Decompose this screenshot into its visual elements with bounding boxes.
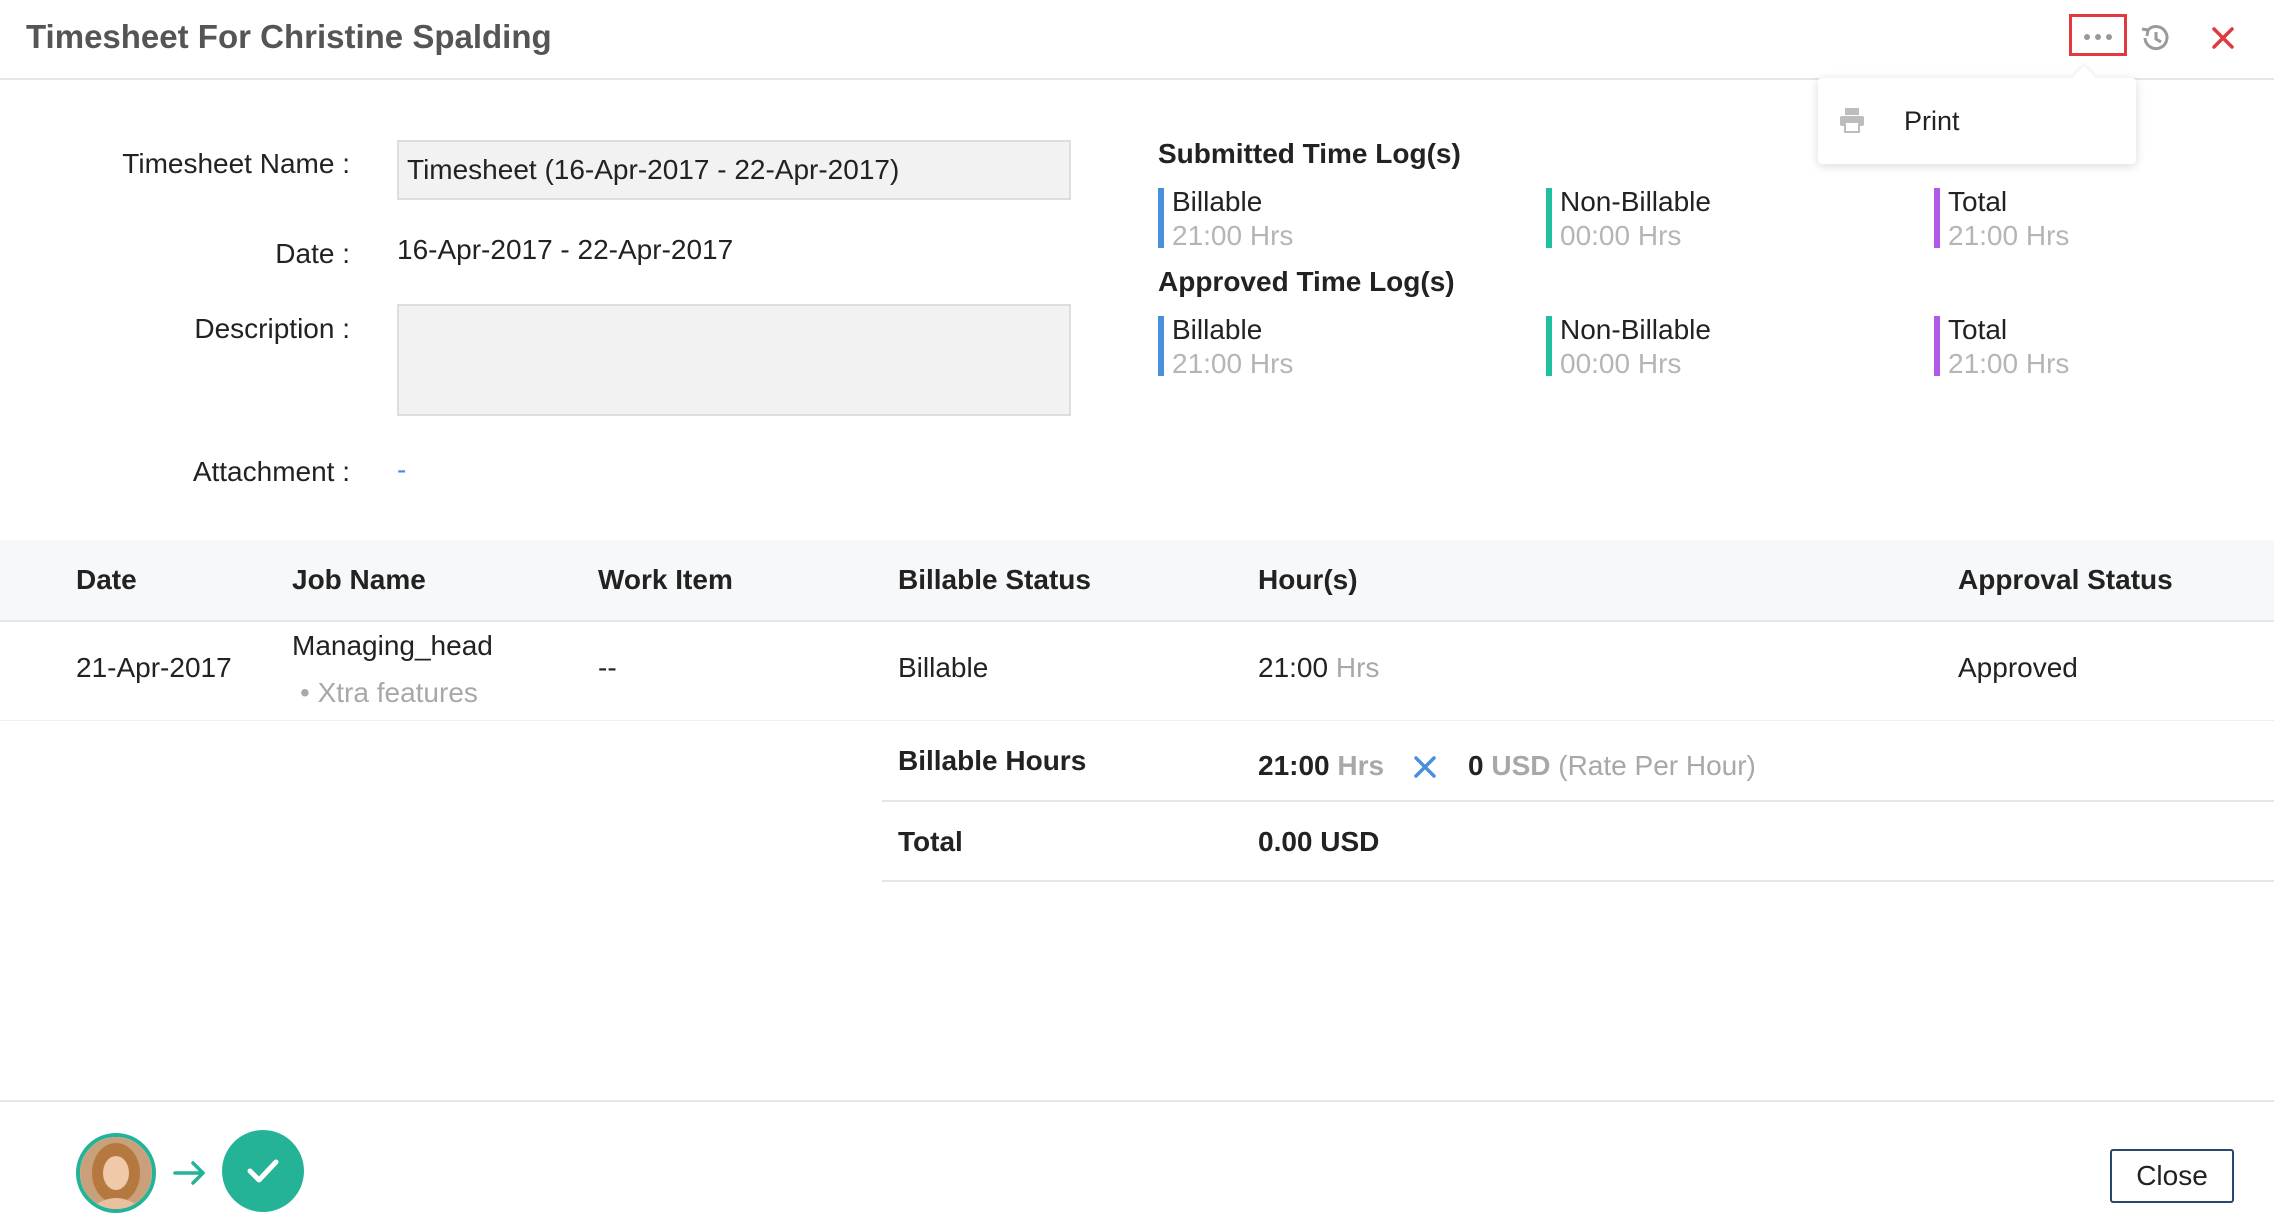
stat-label: Billable — [1172, 314, 1263, 345]
submitted-total: Total 21:00 Hrs — [1934, 186, 2069, 251]
printer-icon — [1840, 108, 1864, 133]
menu-item-print[interactable]: Print — [1838, 100, 2118, 140]
billable-hours-unit: Hrs — [1337, 750, 1385, 781]
close-button[interactable]: Close — [2110, 1149, 2234, 1203]
col-billable-status: Billable Status — [898, 564, 1091, 595]
summary-divider — [882, 800, 2274, 802]
stat-hours: 00:00 Hrs — [1560, 220, 1682, 251]
close-icon[interactable] — [2205, 20, 2241, 56]
stat-label: Total — [1948, 314, 2008, 345]
row-hours: 21:00 Hrs — [1258, 652, 1379, 684]
rate-calc: 0 USD (Rate Per Hour) — [1468, 750, 1756, 782]
arrow-right-icon — [173, 1161, 205, 1185]
timesheet-name-value: Timesheet (16-Apr-2017 - 22-Apr-2017) — [407, 154, 900, 185]
col-date: Date — [76, 564, 137, 595]
approved-nonbillable: Non-Billable 00:00 Hrs — [1546, 314, 1711, 379]
multiply-icon — [1414, 756, 1436, 778]
row-date: 21-Apr-2017 — [76, 652, 232, 683]
page-title: Timesheet For Christine Spalding — [26, 18, 552, 55]
row-work-item: -- — [598, 652, 617, 683]
stat-hours: 21:00 Hrs — [1948, 348, 2070, 379]
description-label: Description : — [194, 313, 350, 344]
timesheet-name-field[interactable]: Timesheet (16-Apr-2017 - 22-Apr-2017) — [397, 140, 1071, 200]
total-bar — [1934, 188, 1940, 248]
summary-divider — [882, 880, 2274, 882]
history-icon[interactable] — [2137, 20, 2173, 56]
more-options-button[interactable] — [2069, 14, 2127, 56]
footer-divider — [0, 1100, 2274, 1102]
row-hours-value: 21:00 — [1258, 652, 1329, 683]
stat-hours: 21:00 Hrs — [1172, 220, 1294, 251]
approved-total: Total 21:00 Hrs — [1934, 314, 2069, 379]
approved-logs-title: Approved Time Log(s) — [1158, 266, 1455, 297]
date-value: 16-Apr-2017 - 22-Apr-2017 — [397, 234, 734, 265]
stat-hours: 21:00 Hrs — [1172, 348, 1294, 379]
stat-label: Non-Billable — [1560, 186, 1711, 217]
submitted-nonbillable: Non-Billable 00:00 Hrs — [1546, 186, 1711, 251]
table-header: Date Job Name Work Item Billable Status … — [0, 540, 2274, 622]
stat-hours: 21:00 Hrs — [1948, 220, 2070, 251]
total-label: Total — [898, 826, 963, 857]
submitted-billable: Billable 21:00 Hrs — [1158, 186, 1293, 251]
rate-currency: USD — [1491, 750, 1551, 781]
row-task: • Xtra features — [300, 677, 478, 709]
timesheet-name-label: Timesheet Name : — [122, 148, 350, 179]
check-icon — [247, 1159, 279, 1183]
col-approval-status: Approval Status — [1958, 564, 2173, 595]
rate-note: (Rate Per Hour) — [1558, 750, 1756, 781]
stat-hours: 00:00 Hrs — [1560, 348, 1682, 379]
billable-bar — [1158, 188, 1164, 248]
col-work-item: Work Item — [598, 564, 733, 595]
row-job-name: Managing_head — [292, 630, 493, 661]
approved-billable: Billable 21:00 Hrs — [1158, 314, 1293, 379]
col-job-name: Job Name — [292, 564, 426, 595]
billable-hours-label: Billable Hours — [898, 745, 1087, 776]
total-bar — [1934, 316, 1940, 376]
modal-header: Timesheet For Christine Spalding — [0, 0, 2274, 80]
nonbillable-bar — [1546, 188, 1552, 248]
rate-value: 0 — [1468, 750, 1484, 781]
more-dot — [2106, 34, 2112, 40]
stat-label: Non-Billable — [1560, 314, 1711, 345]
bullet: • — [300, 677, 310, 708]
total-currency: USD — [1320, 826, 1380, 857]
avatar — [76, 1133, 156, 1213]
more-dots-icon — [2084, 34, 2090, 40]
attachment-value[interactable]: - — [397, 454, 406, 486]
approved-status-indicator — [222, 1130, 304, 1212]
stat-label: Billable — [1172, 186, 1263, 217]
billable-bar — [1158, 316, 1164, 376]
table-row[interactable]: 21-Apr-2017 Managing_head • Xtra feature… — [0, 622, 2274, 721]
attachment-label: Attachment : — [192, 456, 350, 487]
billable-hours-calc: 21:00 Hrs — [1258, 750, 1384, 782]
col-hours: Hour(s) — [1258, 564, 1358, 595]
row-task-name: Xtra features — [317, 677, 478, 708]
avatar-image — [80, 1137, 152, 1209]
nonbillable-bar — [1546, 316, 1552, 376]
date-label: Date : — [275, 238, 350, 269]
total-value: 0.00 — [1258, 826, 1313, 857]
row-billable-status: Billable — [898, 652, 989, 683]
more-options-menu: Print — [1818, 78, 2136, 164]
row-approval-status: Approved — [1958, 652, 2078, 683]
description-field[interactable] — [397, 304, 1071, 416]
menu-item-label: Print — [1904, 106, 1960, 136]
stat-label: Total — [1948, 186, 2008, 217]
billable-hours-value: 21:00 — [1258, 750, 1330, 781]
submitted-logs-title: Submitted Time Log(s) — [1158, 138, 1461, 169]
row-hours-unit: Hrs — [1335, 652, 1380, 683]
total-amount: 0.00 USD — [1258, 826, 1379, 858]
more-dot — [2095, 34, 2101, 40]
